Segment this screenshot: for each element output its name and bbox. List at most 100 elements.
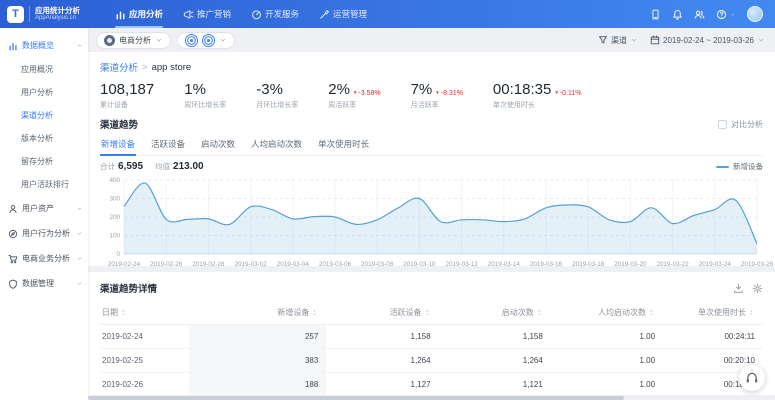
arrow-down-icon: ▼ [554,91,558,96]
chevron-down-icon [729,11,736,18]
compass-icon [8,229,18,239]
app-logo: T [7,6,24,23]
app-selector-label: 电商分析 [119,35,151,46]
x-axis-tick: 2019-03-12 [445,261,477,268]
metric-value: 1% [184,81,206,98]
total-label: 合计 [100,161,115,172]
sort-icon [536,309,543,316]
table-cell: 1.00 [551,325,663,349]
scrollbar-thumb[interactable] [88,396,624,400]
table-header-4[interactable]: 人均启动次数 [551,301,663,325]
trend-chart[interactable]: 0100200300400 2019-02-242019-02-262019-0… [100,174,763,271]
metric-label: 周环比增长率 [184,100,226,110]
sidebar-group-3[interactable]: 电商业务分析 [0,246,88,271]
total-stat: 合计 6,595 [100,161,143,172]
team-button[interactable] [694,9,705,20]
breadcrumb-parent-link[interactable]: 渠道分析 [100,60,138,74]
sort-icon [120,309,127,316]
trend-tabs: 新增设备活跃设备启动次数人均启动次数单次使用时长 [100,134,763,156]
x-axis-tick: 2019-03-16 [530,261,562,268]
detail-table: 日期新增设备活跃设备启动次数人均启动次数单次使用时长 2019-02-24257… [100,301,763,400]
x-axis-tick: 2019-03-26 [741,261,773,268]
sidebar-item-0-1[interactable]: 用户分析 [0,81,88,104]
app-title: 应用统计分析 [35,6,80,15]
sort-icon [748,309,755,316]
chevron-down-icon [219,36,227,44]
sidebar-item-0-2[interactable]: 渠道分析 [0,104,88,127]
top-nav-item-0[interactable]: 应用分析 [105,0,173,28]
chevron-down-icon [76,230,83,237]
average-label: 均值 [155,161,170,172]
x-axis-tick: 2019-03-04 [277,261,309,268]
arrow-down-icon: ▼ [353,91,357,96]
trend-stats: 合计 6,595 均值 213.00 新增设备 [100,156,763,174]
metric-label: 周活跃率 [328,100,380,110]
metric-label: 月活跃率 [411,100,463,110]
svg-text:300: 300 [109,196,120,203]
ios-platform-icon [185,34,198,47]
compare-checkbox[interactable]: 对比分析 [718,119,763,130]
trend-tab-4[interactable]: 单次使用时长 [317,134,370,155]
table-header-3[interactable]: 启动次数 [439,301,551,325]
platform-selector[interactable] [177,32,235,49]
metric-label: 累计设备 [100,100,154,110]
legend-line-marker [716,166,729,168]
sidebar-group-2[interactable]: 用户行为分析 [0,221,88,246]
trend-tab-2[interactable]: 启动次数 [200,134,236,155]
top-nav-item-1[interactable]: 推广营销 [173,0,241,28]
mobile-button[interactable] [650,9,661,20]
top-nav-item-2[interactable]: 开发服务 [241,0,309,28]
trend-section-header: 渠道趋势 对比分析 [100,116,763,133]
bell-button[interactable] [672,9,683,20]
x-axis-tick: 2019-03-18 [572,261,604,268]
metrics-row: 108,187累计设备1%周环比增长率-3%月环比增长率2%▼-3.58%周活跃… [100,79,763,116]
table-cell: 2019-02-26 [100,373,189,397]
settings-icon[interactable] [752,283,763,294]
app-selector[interactable]: 电商分析 [96,32,171,49]
column-label: 日期 [102,307,118,318]
table-header-0[interactable]: 日期 [100,301,189,325]
sidebar-item-0-3[interactable]: 版本分析 [0,127,88,150]
average-stat: 均值 213.00 [155,161,204,172]
trend-tab-1[interactable]: 活跃设备 [150,134,186,155]
column-label: 单次使用时长 [698,307,746,318]
date-range-picker[interactable]: 2019-02-24 ~ 2019-03-26 [650,35,765,45]
help-button[interactable] [716,9,736,20]
sidebar-group-0[interactable]: 数据概览 [0,33,88,58]
svg-text:200: 200 [109,214,120,221]
sidebar-group-label: 数据概览 [22,40,72,51]
sidebar-item-0-0[interactable]: 应用概况 [0,58,88,81]
metric-5: 00:18:35▼-0.11%单次使用时长 [493,81,582,110]
brand-text: 应用统计分析 AppAnalysis.cn [29,6,80,22]
legend-item[interactable]: 新增设备 [716,161,763,172]
table-header-1[interactable]: 新增设备 [189,301,326,325]
table-cell: 188 [189,373,326,397]
metric-value: 2% [328,81,350,98]
sidebar-group-4[interactable]: 数据管理 [0,271,88,296]
top-nav: 应用分析推广营销开发服务运营管理 [105,0,377,28]
table-header-2[interactable]: 活跃设备 [326,301,438,325]
trend-tab-0[interactable]: 新增设备 [100,134,136,155]
column-label: 启动次数 [502,307,534,318]
x-axis-tick: 2019-03-20 [614,261,646,268]
top-nav-item-3[interactable]: 运营管理 [309,0,377,28]
metric-4: 7%▼-8.31%月活跃率 [411,81,463,110]
table-header-5[interactable]: 单次使用时长 [663,301,763,325]
channel-filter[interactable]: 渠道 [598,35,638,46]
customer-support-button[interactable] [739,365,765,391]
sidebar-item-0-5[interactable]: 用户活跃排行 [0,173,88,196]
user-avatar[interactable] [747,6,763,22]
column-label: 活跃设备 [390,307,422,318]
x-axis-tick: 2019-03-14 [488,261,520,268]
x-axis-tick: 2019-03-10 [403,261,435,268]
table-cell: 2019-02-24 [100,325,189,349]
breadcrumb-separator: > [142,62,148,73]
export-icon[interactable] [733,283,744,294]
sidebar-item-0-4[interactable]: 留存分析 [0,150,88,173]
trend-tab-3[interactable]: 人均启动次数 [250,134,303,155]
bar-chart-icon [8,41,18,51]
svg-text:0: 0 [116,251,120,258]
chevron-down-icon [76,280,83,287]
table-cell: 1,158 [326,325,438,349]
sidebar-group-1[interactable]: 用户资产 [0,196,88,221]
